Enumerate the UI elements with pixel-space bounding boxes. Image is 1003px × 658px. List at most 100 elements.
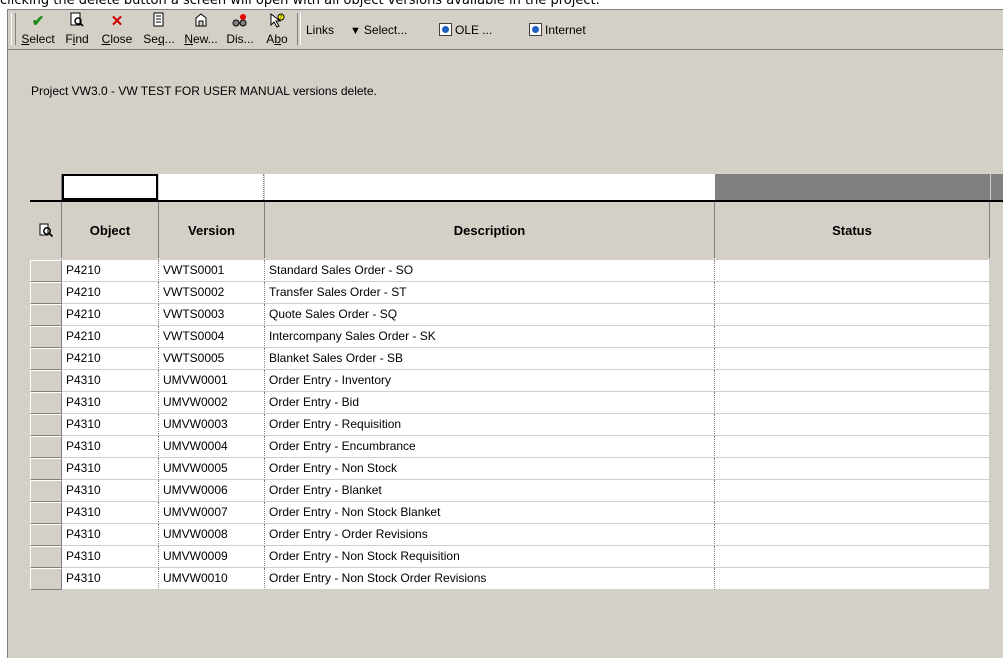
column-header-version[interactable]: Version [159, 202, 265, 258]
row-selector[interactable] [30, 392, 62, 414]
row-filler [990, 546, 1003, 568]
row-selector[interactable] [30, 568, 62, 590]
table-row[interactable]: P4310 UMVW0005 Order Entry - Non Stock [30, 458, 1003, 480]
row-filler [990, 414, 1003, 436]
project-description: Project VW3.0 - VW TEST FOR USER MANUAL … [31, 84, 377, 98]
cell-version: UMVW0006 [159, 480, 265, 502]
internet-label: Internet [545, 23, 586, 37]
about-button[interactable]: ? Abo [260, 12, 294, 48]
table-row[interactable]: P4210 VWTS0002 Transfer Sales Order - ST [30, 282, 1003, 304]
qbe-object-input[interactable] [62, 174, 158, 200]
find-icon [60, 12, 94, 32]
row-filler [990, 260, 1003, 282]
application-window: ✔ Select Find ✕ Close Seq... New... Dis.… [7, 9, 1003, 658]
row-selector[interactable] [30, 524, 62, 546]
svg-text:?: ? [280, 15, 283, 21]
about-button-label: Abo [266, 32, 288, 46]
table-row[interactable]: P4210 VWTS0003 Quote Sales Order - SQ [30, 304, 1003, 326]
table-row[interactable]: P4210 VWTS0001 Standard Sales Order - SO [30, 260, 1003, 282]
toolbar-grip[interactable] [11, 13, 16, 45]
column-header-filler [990, 202, 1003, 258]
cell-version: VWTS0002 [159, 282, 265, 304]
qbe-version-input[interactable] [159, 174, 264, 200]
row-filler [990, 282, 1003, 304]
column-header-status[interactable]: Status [715, 202, 990, 258]
select-button[interactable]: ✔ Select [18, 12, 58, 48]
column-header-description[interactable]: Description [265, 202, 715, 258]
cell-description: Standard Sales Order - SO [265, 260, 715, 282]
caption-text: clicking the delete button a screen will… [0, 0, 600, 8]
cell-status [715, 524, 990, 546]
row-selector[interactable] [30, 414, 62, 436]
row-selector[interactable] [30, 480, 62, 502]
table-row[interactable]: P4210 VWTS0004 Intercompany Sales Order - … [30, 326, 1003, 348]
table-row[interactable]: P4310 UMVW0002 Order Entry - Bid [30, 392, 1003, 414]
cell-object: P4210 [62, 326, 159, 348]
display-button[interactable]: Dis... [222, 12, 258, 48]
cell-description: Order Entry - Requisition [265, 414, 715, 436]
cell-object: P4310 [62, 480, 159, 502]
cell-object: P4310 [62, 414, 159, 436]
cell-description: Order Entry - Non Stock [265, 458, 715, 480]
cell-object: P4210 [62, 304, 159, 326]
cell-description: Quote Sales Order - SQ [265, 304, 715, 326]
cell-description: Order Entry - Non Stock Requisition [265, 546, 715, 568]
table-header: Object Version Description Status [30, 202, 1003, 258]
row-selector[interactable] [30, 282, 62, 304]
row-selector[interactable] [30, 326, 62, 348]
select-dropdown-button[interactable]: ▼ Select... [350, 22, 407, 38]
ole-button[interactable]: OLE ... [439, 22, 492, 38]
cell-description: Order Entry - Non Stock Order Revisions [265, 568, 715, 590]
display-icon [222, 12, 258, 32]
cell-object: P4310 [62, 568, 159, 590]
close-icon: ✕ [110, 13, 124, 30]
qbe-description-input[interactable] [265, 174, 715, 200]
row-selector[interactable] [30, 304, 62, 326]
cell-description: Order Entry - Blanket [265, 480, 715, 502]
select-dropdown-label: Select... [363, 23, 408, 37]
sequence-icon [139, 12, 179, 32]
table-row[interactable]: P4310 UMVW0004 Order Entry - Encumbrance [30, 436, 1003, 458]
row-filler [990, 392, 1003, 414]
cell-version: VWTS0001 [159, 260, 265, 282]
cell-status [715, 282, 990, 304]
sequence-button-label: Seq... [143, 32, 175, 46]
row-selector[interactable] [30, 436, 62, 458]
row-selector[interactable] [30, 260, 62, 282]
table-row[interactable]: P4310 UMVW0001 Order Entry - Inventory [30, 370, 1003, 392]
row-filler [990, 348, 1003, 370]
cell-version: UMVW0001 [159, 370, 265, 392]
row-filler [990, 480, 1003, 502]
table-row[interactable]: P4310 UMVW0009 Order Entry - Non Stock Req… [30, 546, 1003, 568]
cell-object: P4310 [62, 370, 159, 392]
table-row[interactable]: P4310 UMVW0006 Order Entry - Blanket [30, 480, 1003, 502]
table-row[interactable]: P4310 UMVW0007 Order Entry - Non Stock Bla… [30, 502, 1003, 524]
sequence-button[interactable]: Seq... [139, 12, 179, 48]
cell-version: UMVW0009 [159, 546, 265, 568]
internet-button[interactable]: Internet [529, 22, 586, 38]
find-button[interactable]: Find [60, 12, 94, 48]
close-button[interactable]: ✕ Close [97, 12, 137, 48]
qbe-status-input [715, 174, 990, 200]
cell-description: Transfer Sales Order - ST [265, 282, 715, 304]
cell-description: Order Entry - Encumbrance [265, 436, 715, 458]
row-selector[interactable] [30, 546, 62, 568]
column-header-object[interactable]: Object [62, 202, 159, 258]
table-row[interactable]: P4310 UMVW0008 Order Entry - Order Revisio… [30, 524, 1003, 546]
cell-status [715, 546, 990, 568]
about-icon: ? [260, 12, 294, 32]
table-row[interactable]: P4210 VWTS0005 Blanket Sales Order - SB [30, 348, 1003, 370]
table-row[interactable]: P4310 UMVW0010 Order Entry - Non Stock Ord… [30, 568, 1003, 590]
grid-find-icon[interactable] [30, 202, 62, 258]
row-selector[interactable] [30, 370, 62, 392]
cell-version: UMVW0010 [159, 568, 265, 590]
table-row[interactable]: P4310 UMVW0003 Order Entry - Requisition [30, 414, 1003, 436]
new-button[interactable]: New... [181, 12, 221, 48]
cell-object: P4210 [62, 260, 159, 282]
cell-object: P4310 [62, 524, 159, 546]
row-selector[interactable] [30, 458, 62, 480]
row-selector[interactable] [30, 502, 62, 524]
row-filler [990, 524, 1003, 546]
row-selector[interactable] [30, 348, 62, 370]
cell-version: VWTS0005 [159, 348, 265, 370]
